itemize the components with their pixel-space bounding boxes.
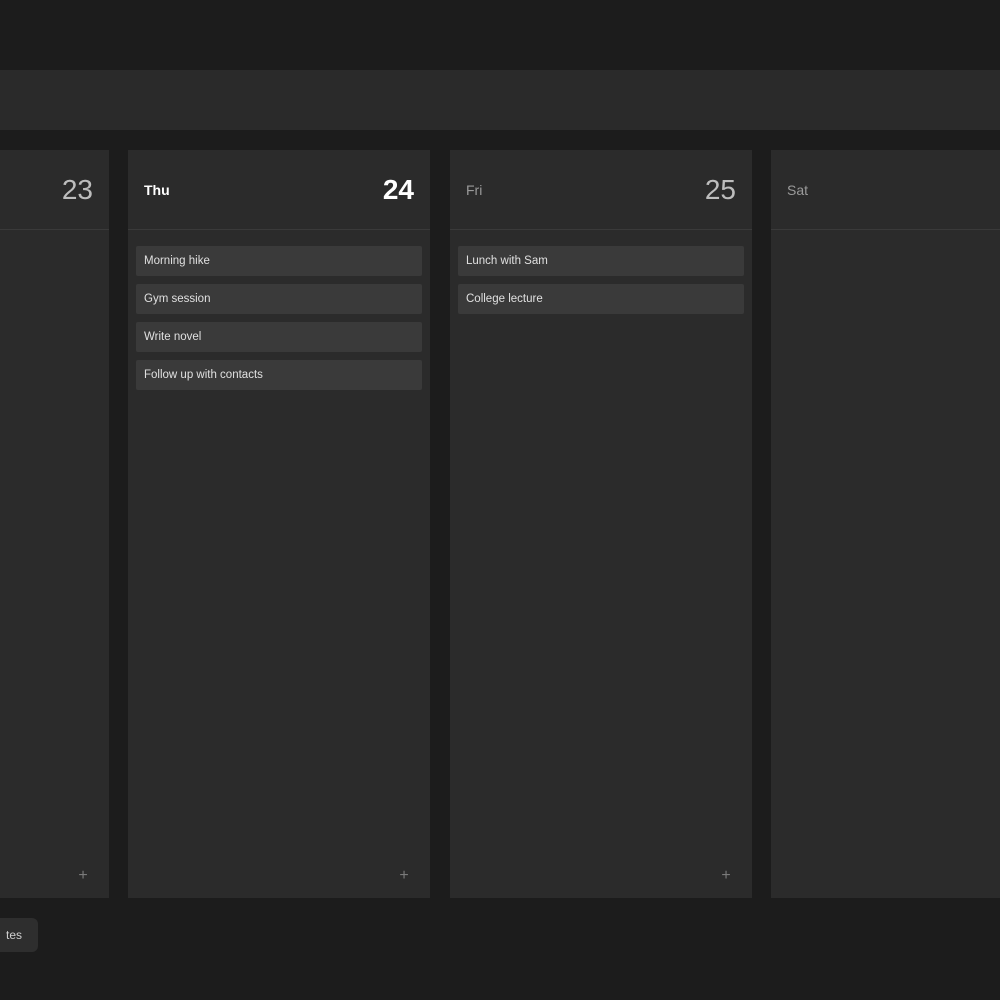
add-event-button[interactable]: + [718,868,734,884]
day-number: 23 [61,174,93,205]
day-column-23: 23 + [0,150,109,898]
day-name: Fri [466,182,483,198]
day-header: Fri 25 [450,150,752,230]
event-item[interactable]: Morning hike [136,246,422,276]
day-header: Thu 24 [128,150,430,230]
top-bar [0,0,1000,70]
day-header: 23 [0,150,109,230]
add-event-button[interactable]: + [75,868,91,884]
toolbar [0,70,1000,130]
planner-app: 23 + Thu 24 Morning hike Gym session Wri… [0,0,1000,1000]
event-list: Morning hike Gym session Write novel Fol… [136,246,422,398]
event-item[interactable]: Gym session [136,284,422,314]
plus-icon: + [399,867,409,884]
day-name: Sat [787,182,809,198]
plus-icon: + [78,867,88,884]
day-number: 24 [382,174,414,205]
day-column-sat: Sat [771,150,1000,898]
day-column-fri: Fri 25 Lunch with Sam College lecture + [450,150,752,898]
event-list: Lunch with Sam College lecture [458,246,744,322]
event-item[interactable]: Write novel [136,322,422,352]
day-number: 25 [704,174,736,205]
day-name: Thu [144,182,170,198]
notes-button[interactable]: tes [0,918,38,952]
event-item[interactable]: Follow up with contacts [136,360,422,390]
add-event-button[interactable]: + [396,868,412,884]
day-header: Sat [771,150,1000,230]
notes-button-label: tes [5,928,22,942]
plus-icon: + [721,867,731,884]
event-item[interactable]: Lunch with Sam [458,246,744,276]
event-item[interactable]: College lecture [458,284,744,314]
day-column-thu: Thu 24 Morning hike Gym session Write no… [128,150,430,898]
